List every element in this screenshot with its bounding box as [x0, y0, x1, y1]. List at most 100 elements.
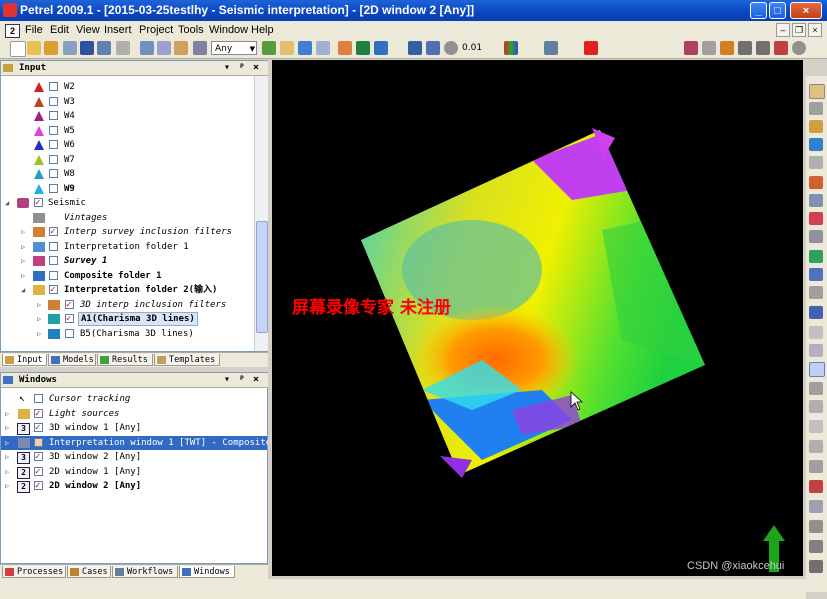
- axis-icon[interactable]: [544, 41, 558, 55]
- 2d-window-viewport[interactable]: 屏幕录像专家 未注册 CSDN @xiaokcehui: [272, 60, 803, 576]
- visibility-checkbox[interactable]: [34, 450, 43, 464]
- expand-icon[interactable]: ▷: [21, 240, 25, 254]
- panel-close-icon[interactable]: ×: [253, 61, 259, 75]
- visibility-checkbox[interactable]: [34, 394, 43, 403]
- erase-icon[interactable]: [809, 230, 823, 243]
- undo-icon[interactable]: [738, 41, 752, 55]
- save-as-icon[interactable]: [97, 41, 111, 55]
- expand-icon[interactable]: ▷: [37, 312, 41, 326]
- visibility-checkbox[interactable]: [49, 97, 58, 106]
- visibility-checkbox[interactable]: [34, 421, 43, 435]
- copy-tool-icon[interactable]: [809, 382, 823, 395]
- view-all-icon[interactable]: [356, 41, 370, 55]
- tab-workflows[interactable]: Workflows: [112, 566, 178, 578]
- maximize-button[interactable]: □: [769, 2, 786, 19]
- tree-row-w8[interactable]: W8: [1, 167, 251, 181]
- expand-icon[interactable]: ▷: [37, 327, 41, 341]
- redo-icon[interactable]: [756, 41, 770, 55]
- line-tool-icon[interactable]: [809, 500, 823, 513]
- menu-help[interactable]: Help: [251, 24, 274, 36]
- tree-row-w7[interactable]: W7: [1, 153, 251, 167]
- window-row-interpretation-window-1[interactable]: ▷ Interpretation window 1 [TWT] - Compos…: [1, 436, 293, 450]
- expand-icon[interactable]: ▷: [5, 421, 9, 435]
- delete-icon[interactable]: [193, 41, 207, 55]
- title-bar[interactable]: Petrel 2009.1 - [2015-03-25testlhy - Sei…: [0, 0, 827, 21]
- visibility-checkbox[interactable]: [34, 438, 43, 447]
- smooth-icon[interactable]: [809, 420, 823, 433]
- autotrack-icon[interactable]: [809, 268, 823, 281]
- tree-row-survey-1[interactable]: ▷ Survey 1: [1, 254, 251, 268]
- menu-edit[interactable]: Edit: [50, 24, 69, 36]
- visibility-checkbox[interactable]: [34, 407, 43, 421]
- active-tool-icon[interactable]: [809, 362, 825, 377]
- tab-cases[interactable]: Cases: [67, 566, 111, 578]
- open-project-icon[interactable]: [27, 41, 41, 55]
- expand-icon[interactable]: ▷: [5, 436, 9, 450]
- mdi-close-button[interactable]: ×: [808, 23, 822, 37]
- domain-select[interactable]: Any ▼: [211, 41, 257, 55]
- delete-tool-icon[interactable]: [809, 480, 823, 493]
- scrollbar-thumb[interactable]: [256, 221, 268, 333]
- visibility-checkbox[interactable]: [49, 184, 58, 193]
- cut-icon[interactable]: [140, 41, 154, 55]
- visibility-checkbox[interactable]: [34, 479, 43, 493]
- visibility-checkbox[interactable]: [49, 256, 58, 265]
- home-icon[interactable]: [338, 41, 352, 55]
- visibility-checkbox[interactable]: [49, 140, 58, 149]
- magnifier-icon[interactable]: [809, 102, 823, 115]
- panel-menu-icon[interactable]: ▾: [224, 373, 230, 387]
- visibility-checkbox[interactable]: [49, 225, 58, 239]
- visibility-checkbox[interactable]: [49, 126, 58, 135]
- visibility-checkbox[interactable]: [49, 111, 58, 120]
- tree-row-w5[interactable]: W5: [1, 124, 251, 138]
- window-row-3d-window-2[interactable]: ▷ 3 3D window 2 [Any]: [1, 450, 267, 464]
- tree-row-w6[interactable]: W6: [1, 138, 251, 152]
- window-row-cursor-tracking[interactable]: ↖ Cursor tracking: [1, 392, 267, 406]
- select-tool-icon[interactable]: [684, 41, 698, 55]
- open-folder-icon[interactable]: [44, 41, 58, 55]
- window-row-light-sources[interactable]: ▷ Light sources: [1, 407, 267, 421]
- visibility-checkbox[interactable]: [65, 329, 74, 338]
- tree-row-w2[interactable]: W2: [1, 80, 251, 94]
- expand-icon[interactable]: ▷: [21, 269, 25, 283]
- close-button[interactable]: ×: [790, 2, 822, 19]
- filter-tool-icon[interactable]: [809, 440, 823, 453]
- menu-window[interactable]: Window: [209, 24, 248, 36]
- pan-icon[interactable]: [408, 41, 422, 55]
- zoom-extent-icon[interactable]: [426, 41, 440, 55]
- window-row-2d-window-2[interactable]: ▷ 2 2D window 2 [Any]: [1, 479, 267, 493]
- visibility-checkbox[interactable]: [49, 155, 58, 164]
- pencil-icon[interactable]: [809, 120, 823, 133]
- color-table-icon[interactable]: [504, 41, 518, 55]
- windows-icon[interactable]: [316, 41, 330, 55]
- zoom-icon[interactable]: [444, 41, 458, 55]
- tree-row-interp-folder-2[interactable]: ◢ Interpretation folder 2(输入): [1, 283, 251, 297]
- menu-tools[interactable]: Tools: [178, 24, 204, 36]
- help-icon[interactable]: [792, 41, 806, 55]
- paste-icon[interactable]: [174, 41, 188, 55]
- flip-icon[interactable]: [809, 540, 823, 553]
- track-icon[interactable]: [809, 250, 823, 263]
- mdi-window-icon[interactable]: 2: [5, 24, 20, 38]
- window-row-3d-window-1[interactable]: ▷ 3 3D window 1 [Any]: [1, 421, 267, 435]
- interpretation-tool-icon[interactable]: [584, 41, 598, 55]
- expand-icon[interactable]: ▷: [21, 254, 25, 268]
- section-icon[interactable]: [809, 520, 823, 533]
- tree-row-w4[interactable]: W4: [1, 109, 251, 123]
- expand-icon[interactable]: ▷: [5, 465, 9, 479]
- stop-icon[interactable]: [774, 41, 788, 55]
- tree-row-3d-interp-filters[interactable]: ▷ 3D interp inclusion filters: [1, 298, 251, 312]
- arrow-select-icon[interactable]: [809, 156, 823, 169]
- expand-icon[interactable]: ▷: [5, 450, 9, 464]
- polygon-icon[interactable]: [809, 212, 823, 225]
- visibility-checkbox[interactable]: [49, 271, 58, 280]
- visibility-checkbox[interactable]: [34, 196, 43, 210]
- menu-view[interactable]: View: [76, 24, 100, 36]
- view-mode-icon[interactable]: [374, 41, 388, 55]
- pick-icon[interactable]: [720, 41, 734, 55]
- tab-models[interactable]: Models: [48, 354, 96, 366]
- print-icon[interactable]: [116, 41, 130, 55]
- mdi-restore-button[interactable]: ❐: [792, 23, 806, 37]
- new-project-icon[interactable]: [10, 41, 26, 57]
- panel-menu-icon[interactable]: ▾: [224, 61, 230, 75]
